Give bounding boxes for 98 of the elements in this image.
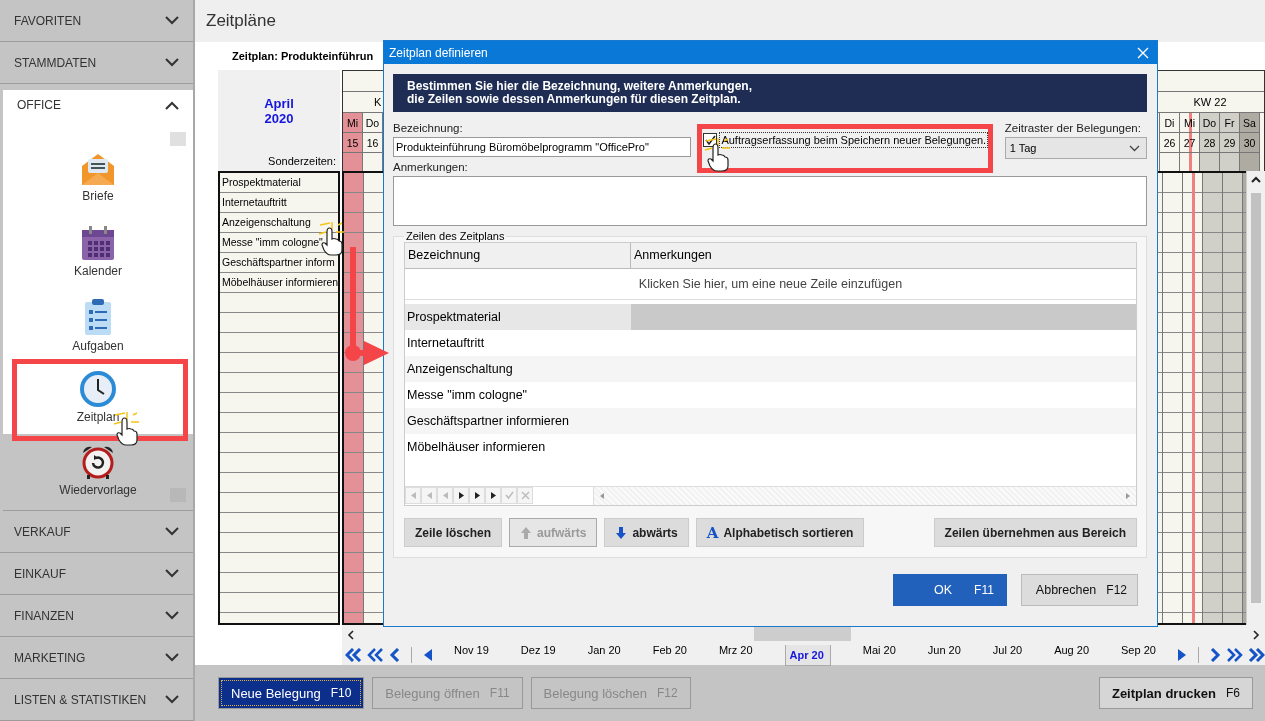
table-row[interactable]: Möbelhäuser informieren — [405, 434, 1136, 460]
action-button[interactable]: Neue Belegung F10 — [218, 677, 365, 709]
clock-icon — [80, 371, 116, 407]
new-row-hint[interactable]: Klicken Sie hier, um eine neue Zeile einzufügen — [405, 269, 1136, 300]
row-label[interactable]: Internetauftritt — [222, 196, 287, 208]
arrow-down-icon — [615, 525, 628, 540]
field-label: Bezeichnung: — [393, 122, 464, 134]
month-link[interactable]: Mai 20 — [862, 644, 896, 666]
weekday-label: Mi — [343, 113, 362, 133]
horizontal-scrollbar[interactable] — [342, 625, 1265, 645]
table-row[interactable]: Anzeigenschaltung — [405, 356, 1136, 382]
month-link[interactable]: Nov 19 — [454, 644, 489, 666]
month-link[interactable]: Jan 20 — [587, 644, 621, 666]
date-label: 15 — [343, 133, 362, 153]
date-label: 29 — [1220, 133, 1239, 153]
chevron-down-icon — [165, 527, 179, 536]
chevron-left-icon[interactable] — [389, 648, 401, 662]
dialog-button[interactable]: Zeilen übernehmen aus Bereich — [933, 518, 1137, 547]
checklist-icon — [84, 298, 112, 336]
date-label: 26 — [1160, 133, 1179, 153]
notes-field[interactable] — [393, 176, 1147, 226]
row-label[interactable]: Geschäftspartner inform — [222, 256, 335, 268]
row-label[interactable]: Möbelhäuser informieren — [222, 276, 338, 288]
month-link[interactable]: Apr 20 — [784, 644, 831, 666]
fast-forward-icon[interactable] — [1247, 648, 1265, 662]
month-link[interactable]: Jun 20 — [927, 644, 961, 666]
special-times-label: Sonderzeiten: — [267, 155, 337, 169]
schedule-title: Zeitplan: Produkteinführun — [232, 50, 374, 62]
table-row[interactable]: Internetauftritt — [405, 330, 1136, 356]
weekday-label: Do — [1200, 113, 1219, 133]
dialog-button[interactable]: A Alphabetisch sortieren — [695, 518, 865, 547]
fast-rewind-icon[interactable] — [345, 648, 363, 662]
chevron-down-icon — [165, 695, 179, 704]
chevron-down-icon — [165, 16, 179, 25]
double-left-icon[interactable] — [367, 648, 385, 662]
month-link[interactable]: Feb 20 — [652, 644, 687, 666]
month-link[interactable]: Dez 19 — [520, 644, 556, 666]
table-row[interactable]: Messe "imm cologne" — [405, 382, 1136, 408]
table-row[interactable]: Geschäftspartner informieren — [405, 408, 1136, 434]
month-link[interactable]: Jul 20 — [992, 644, 1023, 666]
calendar-icon — [81, 225, 115, 261]
chevron-down-icon — [165, 653, 179, 662]
date-label: 27 — [1180, 133, 1199, 153]
table-row[interactable]: Prospektmaterial — [405, 304, 1136, 330]
field-label: Zeitraster der Belegungen: — [1004, 122, 1142, 134]
week-label: K — [373, 95, 382, 110]
envelope-icon — [81, 152, 115, 186]
chevron-down-icon — [165, 569, 179, 578]
interval-dropdown[interactable]: 1 Tag — [1004, 137, 1147, 159]
row-label[interactable]: Messe "imm cologne" — [222, 236, 323, 248]
banner-text: Bestimmen Sie hier die Bezeichnung, weitere Anmerkungen, — [407, 80, 753, 93]
date-label: 30 — [1240, 133, 1259, 153]
column-header[interactable]: Anmerkungen — [631, 243, 712, 268]
weekday-label: Di — [1160, 113, 1179, 133]
chevron-down-icon — [165, 611, 179, 620]
group-label: Zeilen des Zeitplans — [405, 230, 506, 242]
scroll-left-icon[interactable] — [346, 630, 356, 640]
column-header[interactable]: Bezeichnung — [405, 243, 631, 268]
arrow-right-icon[interactable] — [1176, 648, 1188, 662]
office-item[interactable]: Kalender — [3, 215, 193, 288]
ok-button[interactable]: OK F11 — [892, 574, 1007, 606]
week-label: KW 22 — [1192, 95, 1228, 110]
chevron-down-icon — [1129, 144, 1140, 152]
dialog-button[interactable]: abwärts — [604, 518, 689, 547]
date-label: 28 — [1200, 133, 1219, 153]
chevron-right-icon[interactable] — [1209, 648, 1221, 662]
month-link[interactable]: Aug 20 — [1054, 644, 1089, 666]
weekday-label: Mi — [1180, 113, 1199, 133]
row-label[interactable]: Anzeigenschaltung — [222, 216, 311, 228]
weekday-label: Sa — [1240, 113, 1259, 133]
month-link[interactable]: Sep 20 — [1121, 644, 1156, 666]
dialog-title: Zeitplan definieren — [389, 45, 488, 60]
banner-text: die Zeilen sowie dessen Anmerkungen für diesen Zeitplan. — [407, 93, 741, 106]
weekday-label: Do — [363, 113, 382, 133]
date-label: 16 — [363, 133, 382, 153]
close-icon[interactable] — [1137, 46, 1149, 59]
office-item[interactable]: Wiedervorlage — [3, 434, 193, 510]
field-label: Anmerkungen: — [393, 161, 469, 173]
weekday-label: Fr — [1220, 113, 1239, 133]
arrow-up-icon — [520, 525, 533, 540]
name-field[interactable]: Produkteinführung Büromöbelprogramm "OfficePro" — [393, 137, 692, 157]
chevron-up-icon — [165, 100, 179, 110]
row-label[interactable]: Prospektmaterial — [222, 176, 301, 188]
chevron-down-icon — [165, 58, 179, 67]
page-title: Zeitpläne — [206, 11, 276, 31]
check-icon[interactable] — [504, 491, 514, 500]
dialog-button[interactable]: Zeile löschen — [404, 518, 503, 547]
record-navigator[interactable] — [405, 487, 533, 505]
arrow-left-icon[interactable] — [422, 648, 434, 662]
month-link[interactable]: Mrz 20 — [718, 644, 753, 666]
office-item[interactable]: Briefe — [3, 142, 193, 215]
alarm-clock-icon — [80, 444, 116, 480]
office-item[interactable]: Aufgaben — [3, 288, 193, 361]
cancel-button[interactable]: Abbrechen F12 — [1020, 574, 1138, 606]
action-button[interactable]: Zeitplan drucken F6 — [1098, 677, 1253, 709]
scroll-right-icon[interactable] — [1251, 630, 1261, 640]
month-label: April 2020 — [263, 96, 295, 126]
double-right-icon[interactable] — [1225, 648, 1243, 662]
